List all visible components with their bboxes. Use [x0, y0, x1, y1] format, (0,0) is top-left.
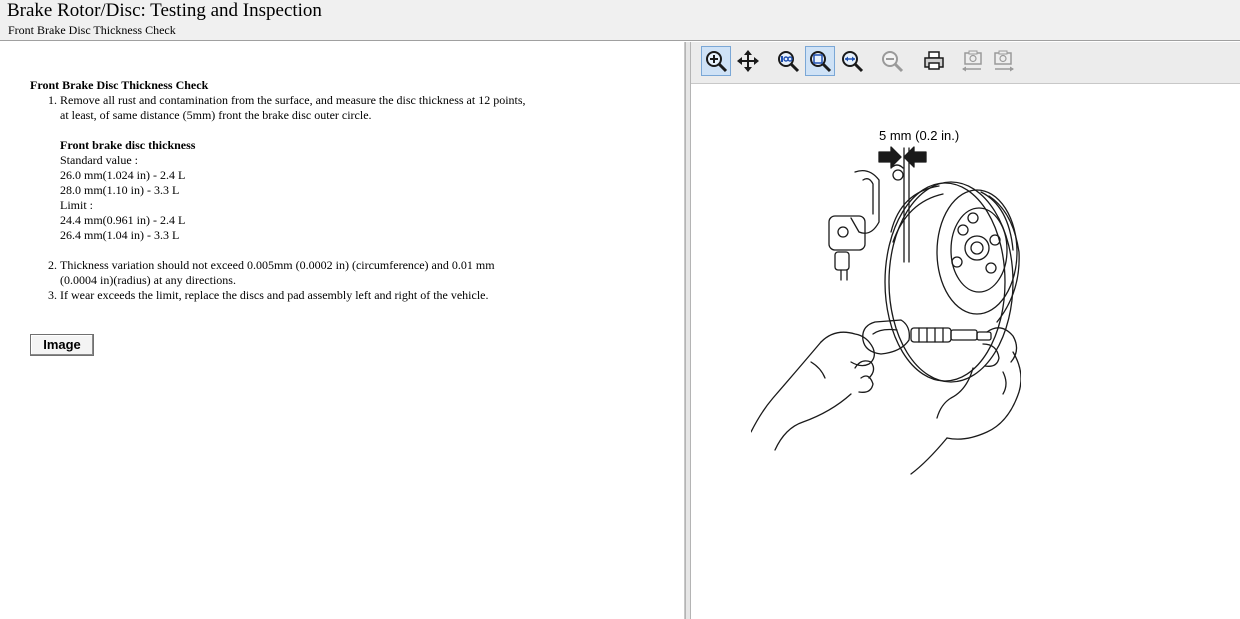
- zoom-in-button[interactable]: [701, 46, 731, 76]
- step-text: Remove all rust and contamination from t…: [60, 93, 526, 122]
- window-header: Brake Rotor/Disc: Testing and Inspection…: [0, 0, 1240, 41]
- pan-button[interactable]: [733, 46, 763, 76]
- zoom-100-icon: [778, 51, 800, 73]
- standard-label: Standard value :: [60, 153, 138, 167]
- step-item: Thickness variation should not exceed 0.…: [60, 258, 530, 288]
- zoom-out-button[interactable]: [877, 46, 907, 76]
- page-title: Brake Rotor/Disc: Testing and Inspection: [7, 0, 322, 21]
- section-title: Front Brake Disc Thickness Check: [30, 78, 209, 92]
- limit-label: Limit :: [60, 198, 93, 212]
- previous-view-button[interactable]: [957, 46, 987, 76]
- print-button[interactable]: [919, 46, 949, 76]
- viewer-toolbar: [691, 42, 1240, 84]
- zoom-in-icon: [706, 51, 728, 73]
- document-pane[interactable]: Front Brake Disc Thickness Check Remove …: [0, 42, 685, 619]
- fit-page-button[interactable]: [805, 46, 835, 76]
- image-button[interactable]: Image: [30, 334, 94, 356]
- limit-value: 26.4 mm(1.04 in) - 3.3 L: [60, 228, 180, 242]
- fit-page-icon: [810, 51, 832, 73]
- page-subtitle: Front Brake Disc Thickness Check: [8, 23, 176, 37]
- fit-width-icon: [842, 51, 864, 73]
- step-item: Remove all rust and contamination from t…: [60, 93, 530, 243]
- fit-width-button[interactable]: [837, 46, 867, 76]
- zoom-out-icon: [882, 51, 904, 73]
- image-viewer-pane[interactable]: 5 mm (0.2 in.): [691, 42, 1240, 619]
- next-view-icon: [994, 50, 1014, 72]
- brake-disc-measurement-illustration: [751, 146, 1021, 475]
- steps-list: Remove all rust and contamination from t…: [30, 93, 530, 303]
- step-item: If wear exceeds the limit, replace the d…: [60, 288, 530, 303]
- procedure-content: Front Brake Disc Thickness Check Remove …: [30, 78, 530, 303]
- previous-view-icon: [962, 50, 982, 72]
- limit-value: 24.4 mm(0.961 in) - 2.4 L: [60, 213, 186, 227]
- pan-icon: [737, 50, 759, 72]
- next-view-button[interactable]: [989, 46, 1019, 76]
- step-text: If wear exceeds the limit, replace the d…: [60, 288, 489, 302]
- zoom-100-button[interactable]: [773, 46, 803, 76]
- standard-value: 28.0 mm(1.10 in) - 3.3 L: [60, 183, 180, 197]
- standard-value: 26.0 mm(1.024 in) - 2.4 L: [60, 168, 186, 182]
- spec-heading: Front brake disc thickness: [60, 138, 196, 152]
- print-icon: [924, 51, 944, 70]
- spec-block: Front brake disc thickness Standard valu…: [60, 138, 530, 243]
- step-text: Thickness variation should not exceed 0.…: [60, 258, 495, 287]
